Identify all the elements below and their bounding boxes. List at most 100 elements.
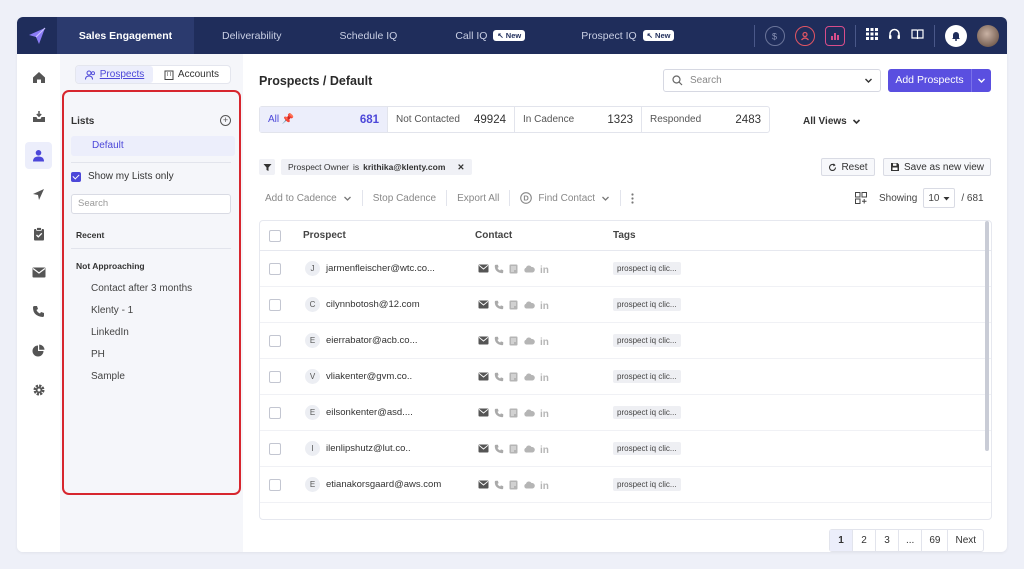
tag-chip[interactable]: prospect iq clic...	[613, 298, 681, 311]
dollar-icon[interactable]: $	[765, 25, 785, 46]
chart-icon[interactable]	[825, 25, 845, 46]
table-row[interactable]: Eeierrabator@acb.co... in prospect iq clic…	[260, 323, 991, 359]
scrollbar[interactable]	[985, 221, 989, 451]
stat-responded[interactable]: Responded 2483	[642, 107, 769, 132]
cloud-icon[interactable]	[523, 409, 535, 417]
tab-prospects[interactable]: Prospects	[76, 66, 153, 83]
prospect-email[interactable]: etianakorsgaard@aws.com	[326, 479, 441, 490]
linkedin-icon[interactable]: in	[540, 336, 551, 346]
home-icon[interactable]	[25, 64, 52, 91]
phone-icon[interactable]	[494, 372, 504, 382]
filter-chip[interactable]: Prospect Owner is krithika@klenty.com ✕	[281, 159, 472, 175]
table-row[interactable]: Iilenlipshutz@lut.co.. in prospect iq clic…	[260, 431, 991, 467]
prospect-email[interactable]: eierrabator@acb.co...	[326, 335, 418, 346]
column-prospect[interactable]: Prospect	[303, 230, 346, 241]
phone-icon[interactable]	[25, 298, 52, 325]
tag-chip[interactable]: prospect iq clic...	[613, 442, 681, 455]
tab-call-iq[interactable]: Call IQ ↖ New	[427, 17, 553, 54]
linkedin-icon[interactable]: in	[540, 372, 551, 382]
stat-not-contacted[interactable]: Not Contacted 49924	[388, 107, 515, 132]
add-list-icon[interactable]: +	[220, 115, 231, 126]
close-icon[interactable]: ✕	[457, 162, 464, 173]
mail-icon[interactable]	[478, 264, 489, 273]
list-item[interactable]: PH	[91, 349, 105, 360]
book-icon[interactable]	[911, 28, 924, 43]
export-all-button[interactable]: Export All	[451, 187, 505, 209]
row-checkbox[interactable]	[269, 334, 281, 347]
all-views-dropdown[interactable]: All Views	[803, 116, 861, 127]
filter-icon[interactable]	[259, 159, 275, 175]
avatar[interactable]	[977, 24, 999, 47]
mail-icon[interactable]	[478, 444, 489, 453]
linkedin-icon[interactable]: in	[540, 300, 551, 310]
note-icon[interactable]	[509, 480, 518, 490]
page-button[interactable]: 69	[922, 530, 949, 551]
tag-chip[interactable]: prospect iq clic...	[613, 262, 681, 275]
show-my-lists-toggle[interactable]: Show my Lists only	[71, 171, 174, 182]
list-item[interactable]: Contact after 3 months	[91, 283, 192, 294]
note-icon[interactable]	[509, 336, 518, 346]
column-contact[interactable]: Contact	[475, 230, 512, 241]
mail-icon[interactable]	[478, 480, 489, 489]
table-row[interactable]: Ccilynnbotosh@12.com in prospect iq clic..…	[260, 287, 991, 323]
headset-icon[interactable]	[888, 28, 901, 44]
note-icon[interactable]	[509, 300, 518, 310]
phone-icon[interactable]	[494, 444, 504, 454]
row-checkbox[interactable]	[269, 370, 281, 383]
stat-all[interactable]: All 📌 681	[260, 107, 388, 132]
tab-sales-engagement[interactable]: Sales Engagement	[57, 17, 194, 54]
bell-icon[interactable]	[945, 24, 967, 47]
cloud-icon[interactable]	[523, 337, 535, 345]
mail-icon[interactable]	[478, 300, 489, 309]
table-row[interactable]: Jjarmenfleischer@wtc.co... in prospect iq …	[260, 251, 991, 287]
phone-icon[interactable]	[494, 336, 504, 346]
tab-schedule-iq[interactable]: Schedule IQ	[310, 17, 428, 54]
grid-icon[interactable]	[866, 28, 878, 43]
table-row[interactable]: Eeilsonkenter@asd.... in prospect iq clic.…	[260, 395, 991, 431]
prospect-email[interactable]: ilenlipshutz@lut.co..	[326, 443, 411, 454]
tag-chip[interactable]: prospect iq clic...	[613, 406, 681, 419]
user-icon[interactable]	[25, 142, 52, 169]
cloud-icon[interactable]	[523, 373, 535, 381]
list-search-input[interactable]: Search	[71, 194, 231, 214]
next-page-button[interactable]: Next	[948, 530, 983, 551]
stat-in-cadence[interactable]: In Cadence 1323	[515, 107, 642, 132]
search-input[interactable]: Search	[663, 69, 881, 92]
cloud-icon[interactable]	[523, 481, 535, 489]
phone-icon[interactable]	[494, 480, 504, 490]
row-checkbox[interactable]	[269, 298, 281, 311]
pie-chart-icon[interactable]	[25, 337, 52, 364]
table-row[interactable]: Vvliakenter@gvm.co.. in prospect iq clic..…	[260, 359, 991, 395]
tag-chip[interactable]: prospect iq clic...	[613, 478, 681, 491]
tab-prospect-iq[interactable]: Prospect IQ ↖ New	[553, 17, 702, 54]
send-icon[interactable]	[25, 181, 52, 208]
page-button[interactable]: 3	[876, 530, 899, 551]
tag-chip[interactable]: prospect iq clic...	[613, 370, 681, 383]
tab-deliverability[interactable]: Deliverability	[194, 17, 310, 54]
linkedin-icon[interactable]: in	[540, 408, 551, 418]
stop-cadence-button[interactable]: Stop Cadence	[367, 187, 442, 209]
row-checkbox[interactable]	[269, 262, 281, 275]
note-icon[interactable]	[509, 408, 518, 418]
note-icon[interactable]	[509, 264, 518, 274]
mail-icon[interactable]	[25, 259, 52, 286]
column-tags[interactable]: Tags	[613, 230, 636, 241]
inbox-icon[interactable]	[25, 103, 52, 130]
list-item[interactable]: Sample	[91, 371, 125, 382]
chevron-down-icon[interactable]	[972, 76, 991, 85]
row-checkbox[interactable]	[269, 478, 281, 491]
page-button[interactable]: 1	[830, 530, 853, 551]
note-icon[interactable]	[509, 444, 518, 454]
linkedin-icon[interactable]: in	[540, 264, 551, 274]
list-item[interactable]: Klenty - 1	[91, 305, 133, 316]
cloud-icon[interactable]	[523, 445, 535, 453]
select-all-checkbox[interactable]	[269, 229, 281, 242]
prospect-email[interactable]: cilynnbotosh@12.com	[326, 299, 420, 310]
add-to-cadence-button[interactable]: Add to Cadence	[259, 187, 358, 209]
phone-icon[interactable]	[494, 300, 504, 310]
klenty-logo-icon[interactable]	[17, 17, 57, 54]
page-button[interactable]: 2	[853, 530, 876, 551]
linkedin-icon[interactable]: in	[540, 444, 551, 454]
checkbox-checked[interactable]	[71, 171, 81, 182]
tab-accounts[interactable]: Accounts	[153, 66, 230, 83]
